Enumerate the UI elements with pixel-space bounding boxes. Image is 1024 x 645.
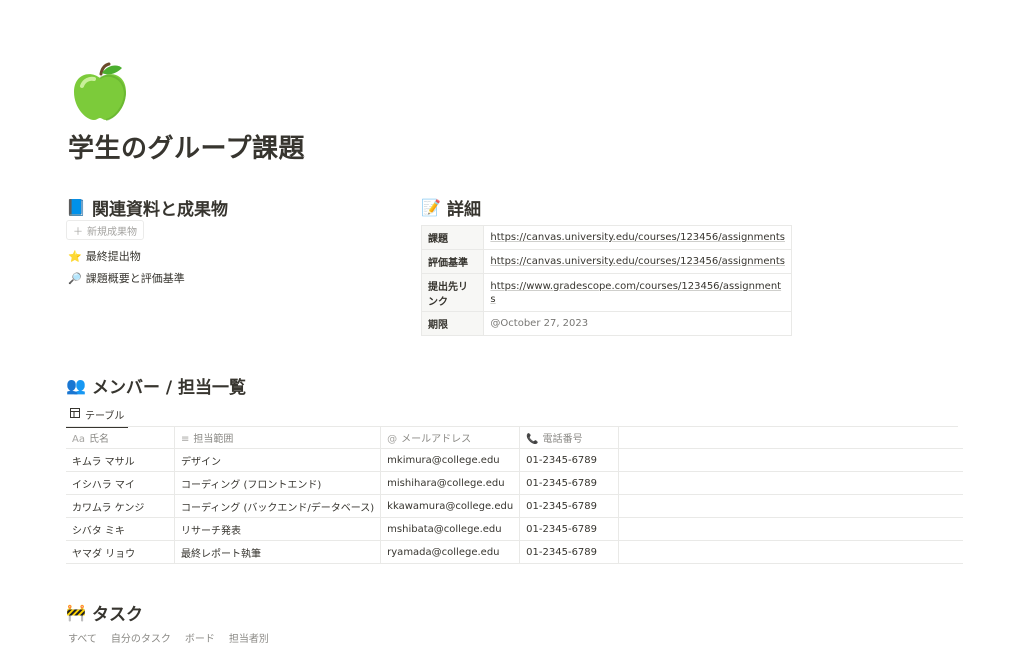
cell-scope[interactable]: コーディング (バックエンド/データベース) [174,494,382,518]
detail-key: 期限 [420,311,485,336]
lines-icon: ≡ [181,433,190,445]
cell-empty [618,494,964,518]
star-icon: ⭐ [68,249,82,263]
cell-empty [618,517,964,541]
cell-name[interactable]: キムラ マサル [66,448,175,472]
members-table: Aa 氏名 ≡ 担当範囲 @ メールアドレス 📞 電話番号 キムラ マサル デザイン m… [66,426,964,564]
cell-scope[interactable]: コーディング (フロントエンド) [174,471,382,495]
tab-table-label: テーブル [85,410,125,422]
page-title[interactable]: 学生のグループ課題 [68,128,305,165]
detail-key: 課題 [420,225,485,250]
cell-name[interactable]: ヤマダ リョウ [66,540,175,564]
detail-row: 期限 @October 27, 2023 [420,311,792,336]
text-type-icon: Aa [72,433,85,445]
at-sign-icon: @ [387,433,398,445]
cell-scope[interactable]: デザイン [174,448,382,472]
blue-book-icon: 📘 [66,198,86,217]
cell-email[interactable]: mshibata@college.edu [380,517,521,541]
table-row[interactable]: イシハラ マイ コーディング (フロントエンド) mishihara@colle… [66,471,964,495]
magnifier-icon: 🔎 [68,271,82,285]
column-header-email[interactable]: @ メールアドレス [380,426,521,449]
table-row[interactable]: シバタ ミキ リサーチ発表 mshibata@college.edu 01-23… [66,517,964,541]
detail-row: 評価基準 https://canvas.university.edu/cours… [420,249,792,274]
cell-phone[interactable]: 01-2345-6789 [519,448,620,472]
tab-my-tasks[interactable]: 自分のタスク [111,630,171,645]
cell-email[interactable]: ryamada@college.edu [380,540,521,564]
detail-key: 評価基準 [420,249,485,274]
details-table: 課題 https://canvas.university.edu/courses… [420,225,792,336]
construction-icon: 🚧 [66,603,86,622]
cell-phone[interactable]: 01-2345-6789 [519,494,620,518]
green-apple-icon[interactable] [68,60,132,124]
tasks-heading-text: タスク [92,605,143,625]
cell-name[interactable]: イシハラ マイ [66,471,175,495]
table-header-row: Aa 氏名 ≡ 担当範囲 @ メールアドレス 📞 電話番号 [66,426,964,449]
new-deliverable-label: 新規成果物 [87,226,137,238]
tasks-heading: 🚧 タスク [66,600,143,625]
column-header-scope[interactable]: ≡ 担当範囲 [174,426,382,449]
table-row[interactable]: ヤマダ リョウ 最終レポート執筆 ryamada@college.edu 01-… [66,540,964,564]
cell-empty [618,448,964,472]
column-header-empty [618,426,964,449]
table-icon [70,407,80,421]
details-heading: 📝 詳細 [421,195,481,220]
table-row[interactable]: キムラ マサル デザイン mkimura@college.edu 01-2345… [66,448,964,472]
column-header-name[interactable]: Aa 氏名 [66,426,175,449]
cell-email[interactable]: kkawamura@college.edu [380,494,521,518]
tab-table-view[interactable]: テーブル [66,402,129,428]
table-row[interactable]: カワムラ ケンジ コーディング (バックエンド/データベース) kkawamur… [66,494,964,518]
new-deliverable-button[interactable]: ＋ 新規成果物 [66,220,144,240]
members-heading: 👥 メンバー / 担当一覧 [66,373,246,398]
detail-row: 提出先リンク https://www.gradescope.com/course… [420,273,792,312]
cell-phone[interactable]: 01-2345-6789 [519,517,620,541]
memo-icon: 📝 [421,198,441,217]
detail-key: 提出先リンク [420,273,485,312]
resource-item-final-submission[interactable]: ⭐ 最終提出物 [68,248,141,264]
resource-item-label: 課題概要と評価基準 [85,272,185,285]
phone-icon: 📞 [526,433,539,445]
cell-phone[interactable]: 01-2345-6789 [519,540,620,564]
details-heading-text: 詳細 [447,200,481,220]
task-view-tabs: すべて 自分のタスク ボード 担当者別 [68,630,269,645]
cell-email[interactable]: mkimura@college.edu [380,448,521,472]
resource-item-overview[interactable]: 🔎 課題概要と評価基準 [68,270,185,286]
resources-heading-text: 関連資料と成果物 [92,200,228,220]
cell-name[interactable]: カワムラ ケンジ [66,494,175,518]
tab-board[interactable]: ボード [185,630,215,645]
cell-empty [618,471,964,495]
tab-all[interactable]: すべて [68,630,97,645]
cell-scope[interactable]: リサーチ発表 [174,517,382,541]
resource-item-label: 最終提出物 [85,250,141,263]
column-header-phone[interactable]: 📞 電話番号 [519,426,620,449]
cell-empty [618,540,964,564]
cell-name[interactable]: シバタ ミキ [66,517,175,541]
cell-email[interactable]: mishihara@college.edu [380,471,521,495]
rubric-link[interactable]: https://canvas.university.edu/courses/12… [490,256,785,267]
plus-icon: ＋ [73,226,83,238]
tab-by-assignee[interactable]: 担当者別 [229,630,269,645]
due-date[interactable]: @October 27, 2023 [483,311,792,336]
members-heading-text: メンバー / 担当一覧 [92,378,247,398]
cell-phone[interactable]: 01-2345-6789 [519,471,620,495]
people-icon: 👥 [66,376,86,395]
detail-row: 課題 https://canvas.university.edu/courses… [420,225,792,250]
assignment-link[interactable]: https://canvas.university.edu/courses/12… [490,232,785,243]
resources-heading: 📘 関連資料と成果物 [66,195,228,220]
cell-scope[interactable]: 最終レポート執筆 [174,540,382,564]
submission-link[interactable]: https://www.gradescope.com/courses/12345… [490,281,781,305]
